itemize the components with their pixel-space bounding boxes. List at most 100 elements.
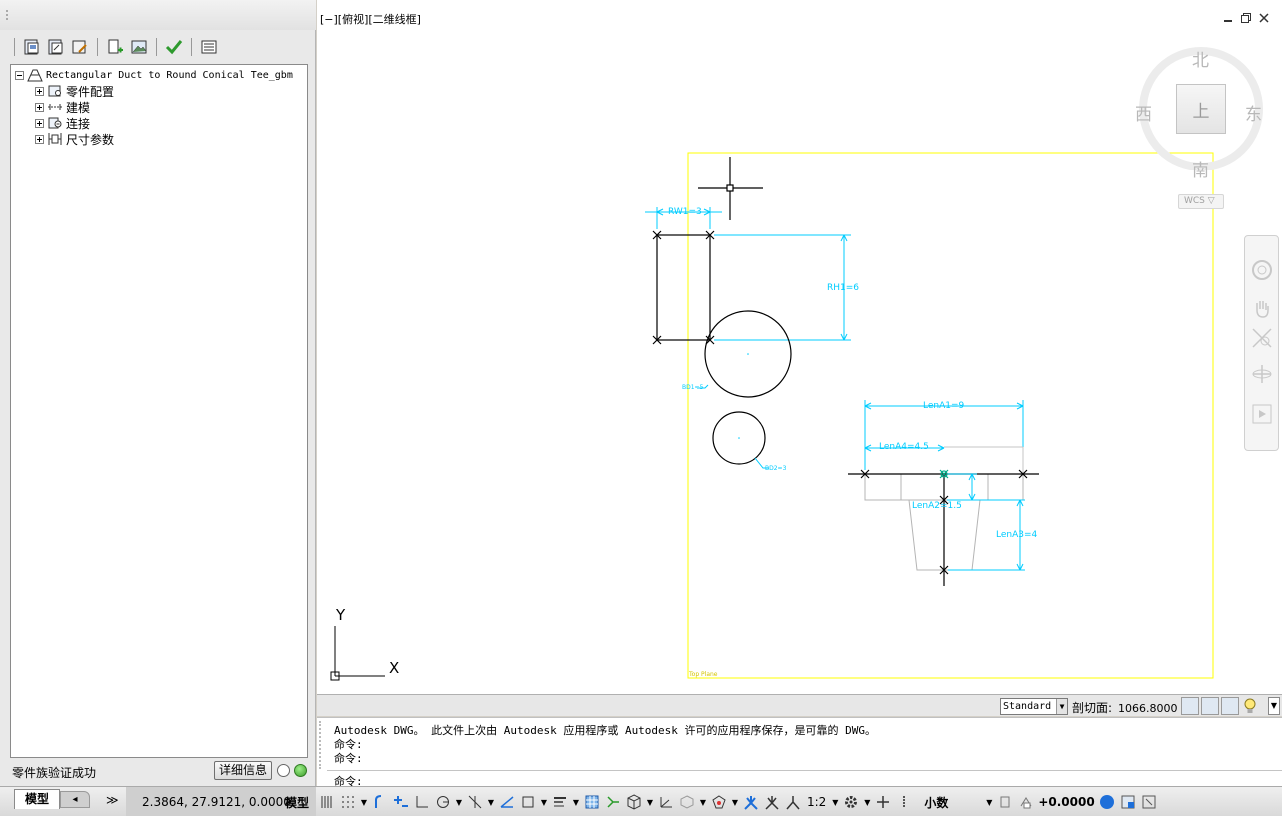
snap-icon[interactable] bbox=[339, 793, 357, 811]
lena4-dimension-label[interactable]: LenA4=4.5 bbox=[879, 442, 929, 452]
chevron-down-icon[interactable]: ▼ bbox=[699, 798, 707, 807]
bd1-dimension-label[interactable]: BD1=5 bbox=[682, 384, 703, 391]
selection-cycling-icon[interactable] bbox=[604, 793, 622, 811]
properties-list-icon[interactable] bbox=[198, 36, 220, 58]
rh1-dimension-label[interactable]: RH1=6 bbox=[827, 283, 859, 293]
lena3-dimension-label[interactable]: LenA3=4 bbox=[996, 530, 1037, 540]
zoom-extents-icon[interactable] bbox=[1250, 326, 1274, 350]
chevron-down-icon[interactable]: ▼ bbox=[540, 798, 548, 807]
viewcube-west[interactable]: 西 bbox=[1135, 100, 1152, 125]
text-style-dropdown[interactable]: Standard ▼ bbox=[1000, 698, 1068, 715]
3d-object-snap-icon[interactable] bbox=[625, 793, 643, 811]
ucs-icon bbox=[330, 626, 385, 681]
chevron-down-icon[interactable]: ▼ bbox=[487, 798, 495, 807]
section-value[interactable]: 1066.8000 bbox=[1118, 702, 1178, 715]
showmotion-icon[interactable] bbox=[1250, 402, 1274, 426]
units-display[interactable]: 小数 bbox=[924, 794, 982, 811]
chevron-down-icon[interactable]: ▼ bbox=[646, 798, 654, 807]
bd2-dimension-label[interactable]: BD2=3 bbox=[765, 465, 786, 472]
palette-grip[interactable] bbox=[0, 0, 316, 30]
infer-constraints-icon[interactable] bbox=[371, 793, 389, 811]
pan-hand-icon[interactable] bbox=[1250, 296, 1274, 320]
dynamic-input-icon[interactable] bbox=[392, 793, 410, 811]
rw1-dimension-label[interactable]: RW1=3 bbox=[668, 207, 702, 217]
chevron-down-icon[interactable]: ▼ bbox=[985, 798, 993, 807]
annotation-scale-value[interactable]: 1:2 bbox=[807, 795, 826, 809]
elevation-offset[interactable]: +0.0000 bbox=[1038, 795, 1094, 809]
dynamic-ucs-icon[interactable] bbox=[657, 793, 675, 811]
expand-icon[interactable] bbox=[35, 118, 44, 128]
ortho-icon[interactable] bbox=[413, 793, 431, 811]
tab-layout[interactable]: ◂ bbox=[60, 791, 90, 808]
drawing-viewport[interactable]: [−][俯视][二维线框] RW1=3 RH1=6 LenA1=9 LenA4=… bbox=[317, 0, 1282, 694]
viewcube[interactable]: 北 南 西 东 上 bbox=[1135, 40, 1277, 181]
object-snap-tracking-icon[interactable] bbox=[498, 793, 516, 811]
command-grip[interactable] bbox=[319, 721, 323, 769]
steering-wheel-icon[interactable] bbox=[1250, 258, 1274, 282]
chevron-down-icon[interactable]: ▼ bbox=[863, 798, 871, 807]
save-as-part-icon[interactable] bbox=[45, 36, 67, 58]
isometric-icon[interactable] bbox=[466, 793, 484, 811]
layer-key-icon[interactable] bbox=[1221, 697, 1239, 715]
chevron-down-icon[interactable]: ▼ bbox=[455, 798, 463, 807]
gizmo-icon[interactable] bbox=[710, 793, 728, 811]
surface-hatch-icon[interactable] bbox=[1201, 697, 1219, 715]
grid-icon[interactable] bbox=[318, 793, 336, 811]
details-button[interactable]: 详细信息 bbox=[214, 761, 272, 780]
lena1-dimension-label[interactable]: LenA1=9 bbox=[923, 401, 964, 411]
viewcube-north[interactable]: 北 bbox=[1192, 46, 1209, 71]
close-icon[interactable] bbox=[1258, 12, 1270, 24]
chevron-down-icon[interactable]: ▼ bbox=[831, 798, 839, 807]
plus-icon[interactable] bbox=[874, 793, 892, 811]
auto-scale-icon[interactable] bbox=[763, 793, 781, 811]
chevron-down-icon[interactable]: ▼ bbox=[731, 798, 739, 807]
viewport-controls-label[interactable]: [−][俯视][二维线框] bbox=[320, 11, 421, 27]
strip-overflow-dropdown[interactable]: ▼ bbox=[1268, 697, 1280, 715]
add-part-icon[interactable] bbox=[104, 36, 126, 58]
object-snap-icon[interactable] bbox=[519, 793, 537, 811]
minimize-icon[interactable] bbox=[1222, 12, 1234, 24]
viewcube-east[interactable]: 东 bbox=[1245, 100, 1262, 125]
gear-icon[interactable] bbox=[842, 793, 860, 811]
quick-properties-icon[interactable] bbox=[996, 793, 1014, 811]
edit-part-icon[interactable] bbox=[69, 36, 91, 58]
restore-icon[interactable] bbox=[1240, 12, 1252, 24]
annotation-visibility-icon[interactable] bbox=[742, 793, 760, 811]
chevron-down-icon[interactable]: ▼ bbox=[1056, 699, 1067, 714]
transparency-icon[interactable] bbox=[583, 793, 601, 811]
display-config-icon[interactable] bbox=[1181, 697, 1199, 715]
image-icon[interactable] bbox=[128, 36, 150, 58]
lena2-dimension-label[interactable]: LenA2=1.5 bbox=[912, 501, 962, 511]
annotation-scale-icon[interactable] bbox=[784, 793, 802, 811]
clean-screen-icon[interactable] bbox=[1140, 793, 1158, 811]
command-input[interactable]: 命令: bbox=[327, 770, 1282, 788]
wcs-menu[interactable]: WCS ▽ bbox=[1178, 194, 1224, 209]
tree-root[interactable]: Rectangular Duct to Round Conical Tee_gb… bbox=[15, 67, 303, 83]
validate-checkmark-icon[interactable] bbox=[163, 36, 185, 58]
workspace-icon[interactable] bbox=[1119, 793, 1137, 811]
cursor-coordinates[interactable]: 2.3864, 27.9121, 0.0000 bbox=[142, 795, 291, 809]
tab-model[interactable]: 模型 bbox=[14, 789, 60, 809]
lightbulb-icon[interactable] bbox=[1241, 697, 1259, 715]
viewcube-south[interactable]: 南 bbox=[1192, 156, 1209, 181]
save-part-icon[interactable] bbox=[21, 36, 43, 58]
filter-cube-icon[interactable] bbox=[678, 793, 696, 811]
double-chevron-icon[interactable]: ≫ bbox=[106, 793, 119, 807]
expand-icon[interactable] bbox=[35, 134, 44, 144]
tree-item-connection[interactable]: 连接 bbox=[15, 115, 303, 131]
tree-item-part-config[interactable]: 零件配置 bbox=[15, 83, 303, 99]
tree-item-dimension-params[interactable]: 尺寸参数 bbox=[15, 131, 303, 147]
expand-icon[interactable] bbox=[35, 86, 44, 96]
viewcube-top-face[interactable]: 上 bbox=[1176, 84, 1226, 134]
isolate-objects-icon[interactable] bbox=[1017, 793, 1035, 811]
chevron-down-icon[interactable]: ▼ bbox=[572, 798, 580, 807]
expand-icon[interactable] bbox=[35, 102, 44, 112]
model-space-toggle[interactable]: 模型 bbox=[285, 794, 309, 811]
orbit-icon[interactable] bbox=[1250, 362, 1274, 386]
hardware-acceleration-icon[interactable] bbox=[1098, 793, 1116, 811]
chevron-down-icon[interactable]: ▼ bbox=[360, 798, 368, 807]
lineweight-icon[interactable] bbox=[551, 793, 569, 811]
collapse-icon[interactable] bbox=[15, 70, 24, 80]
tree-item-modeling[interactable]: 建模 bbox=[15, 99, 303, 115]
polar-tracking-icon[interactable] bbox=[434, 793, 452, 811]
